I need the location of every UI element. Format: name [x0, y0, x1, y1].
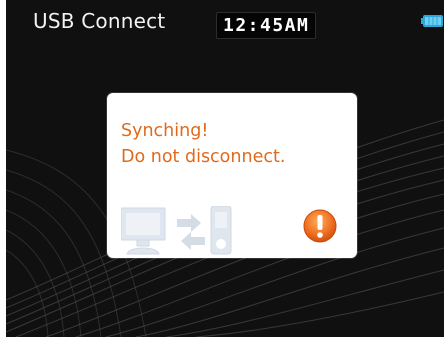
screen-title: USB Connect	[33, 9, 166, 33]
computer-to-device-sync-icon	[121, 206, 232, 255]
disconnect-warning-text: Do not disconnect.	[121, 147, 286, 167]
battery-icon	[421, 15, 443, 27]
clock-display: 12:45AM	[216, 12, 317, 39]
device-screen: USB Connect 12:45AM Synching! Do not dis…	[6, 0, 444, 337]
sync-warning-dialog: Synching! Do not disconnect.	[107, 93, 357, 258]
status-bar: USB Connect 12:45AM	[6, 0, 444, 44]
exclamation-alert-icon	[303, 209, 337, 243]
sync-status-text: Synching!	[121, 121, 209, 141]
